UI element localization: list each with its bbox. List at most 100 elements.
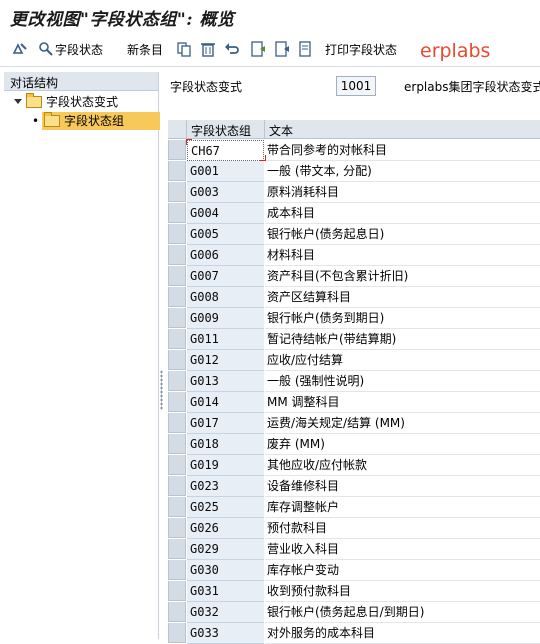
table-row[interactable]: G011 暂记待结帐户(带结算期)	[168, 329, 540, 350]
select-all-icon[interactable]	[250, 41, 266, 57]
field-status-group-cell[interactable]: G012	[187, 350, 264, 371]
table-row[interactable]: G029 营业收入科目	[168, 539, 540, 560]
row-selector[interactable]	[168, 329, 186, 349]
column-header-text[interactable]: 文本	[265, 120, 540, 139]
field-status-group-cell[interactable]: G018	[187, 434, 264, 455]
column-header-field-status-group[interactable]: 字段状态组	[187, 120, 265, 139]
panel-splitter[interactable]	[160, 370, 163, 410]
print-field-status-button[interactable]: 打印字段状态	[325, 40, 397, 60]
text-cell[interactable]: 库存帐户变动	[265, 560, 540, 581]
text-cell[interactable]: MM 调整科目	[265, 392, 540, 413]
row-selector[interactable]	[168, 455, 186, 475]
row-selector[interactable]	[168, 266, 186, 286]
text-cell[interactable]: 营业收入科目	[265, 539, 540, 560]
row-selector[interactable]	[168, 287, 186, 307]
display-change-icon[interactable]	[12, 41, 28, 57]
field-status-group-cell[interactable]: G031	[187, 581, 264, 602]
new-entries-button[interactable]: 新条目	[127, 40, 163, 60]
field-status-group-cell[interactable]: G013	[187, 371, 264, 392]
text-cell[interactable]: 资产科目(不包含累计折旧)	[265, 266, 540, 287]
text-cell[interactable]: 运费/海关规定/结算 (MM)	[265, 413, 540, 434]
copy-icon[interactable]	[176, 41, 192, 57]
delete-icon[interactable]	[200, 41, 216, 57]
select-all-column-header[interactable]	[168, 120, 187, 139]
table-row[interactable]: G033 对外服务的成本科目	[168, 623, 540, 644]
field-status-group-cell[interactable]: G011	[187, 329, 264, 350]
table-row[interactable]: G031 收到预付款科目	[168, 581, 540, 602]
row-selector[interactable]	[168, 413, 186, 433]
text-cell[interactable]: 资产区结算科目	[265, 287, 540, 308]
row-selector[interactable]	[168, 140, 186, 160]
tree-node-field-status-group[interactable]: 字段状态组	[42, 111, 160, 130]
row-selector[interactable]	[168, 203, 186, 223]
field-status-group-cell[interactable]: G023	[187, 476, 264, 497]
field-status-group-cell[interactable]: G017	[187, 413, 264, 434]
table-row[interactable]: G017 运费/海关规定/结算 (MM)	[168, 413, 540, 434]
text-cell[interactable]: 预付款科目	[265, 518, 540, 539]
field-status-group-cell[interactable]: G004	[187, 203, 264, 224]
table-row[interactable]: G019 其他应收/应付帐款	[168, 455, 540, 476]
field-status-group-cell[interactable]: G025	[187, 497, 264, 518]
field-status-group-cell[interactable]: G003	[187, 182, 264, 203]
table-row[interactable]: G001 一般 (带文本, 分配)	[168, 161, 540, 182]
text-cell[interactable]: 应收/应付结算	[265, 350, 540, 371]
table-row[interactable]: G032 银行帐户(债务起息日/到期日)	[168, 602, 540, 623]
text-cell[interactable]: 银行帐户(债务起息日)	[265, 224, 540, 245]
row-selector[interactable]	[168, 224, 186, 244]
text-cell[interactable]: 废弃 (MM)	[265, 434, 540, 455]
field-status-group-cell[interactable]: G032	[187, 602, 264, 623]
field-status-group-cell[interactable]: G007	[187, 266, 264, 287]
row-selector[interactable]	[168, 623, 186, 643]
text-cell[interactable]: 材料科目	[265, 245, 540, 266]
table-row[interactable]: G008 资产区结算科目	[168, 287, 540, 308]
row-selector[interactable]	[168, 560, 186, 580]
text-cell[interactable]: 设备维修科目	[265, 476, 540, 497]
row-selector[interactable]	[168, 434, 186, 454]
table-row[interactable]: G012 应收/应付结算	[168, 350, 540, 371]
field-status-group-cell[interactable]: G001	[187, 161, 264, 182]
table-row[interactable]: CH67 带合同参考的对帐科目	[168, 139, 540, 161]
field-status-group-cell[interactable]: G026	[187, 518, 264, 539]
table-row[interactable]: G023 设备维修科目	[168, 476, 540, 497]
tree-node-field-status-variant[interactable]: 字段状态变式	[14, 92, 118, 111]
table-row[interactable]: G004 成本科目	[168, 203, 540, 224]
row-selector[interactable]	[168, 518, 186, 538]
table-row[interactable]: G013 一般 (强制性说明)	[168, 371, 540, 392]
row-selector[interactable]	[168, 392, 186, 412]
field-status-group-cell[interactable]: G029	[187, 539, 264, 560]
text-cell[interactable]: 银行帐户(债务到期日)	[265, 308, 540, 329]
row-selector[interactable]	[168, 245, 186, 265]
text-cell[interactable]: 银行帐户(债务起息日/到期日)	[265, 602, 540, 623]
table-row[interactable]: G018 废弃 (MM)	[168, 434, 540, 455]
undo-icon[interactable]	[224, 41, 240, 57]
field-status-group-cell[interactable]: G005	[187, 224, 264, 245]
field-status-group-cell[interactable]: G008	[187, 287, 264, 308]
table-row[interactable]: G003 原料消耗科目	[168, 182, 540, 203]
table-row[interactable]: G026 预付款科目	[168, 518, 540, 539]
text-cell[interactable]: 库存调整帐户	[265, 497, 540, 518]
field-status-group-cell[interactable]: G009	[187, 308, 264, 329]
table-row[interactable]: G014 MM 调整科目	[168, 392, 540, 413]
text-cell[interactable]: 对外服务的成本科目	[265, 623, 540, 644]
field-status-group-cell[interactable]: G014	[187, 392, 264, 413]
text-cell[interactable]: 其他应收/应付帐款	[265, 455, 540, 476]
table-row[interactable]: G007 资产科目(不包含累计折旧)	[168, 266, 540, 287]
row-selector[interactable]	[168, 497, 186, 517]
row-selector[interactable]	[168, 476, 186, 496]
table-row[interactable]: G009 银行帐户(债务到期日)	[168, 308, 540, 329]
table-row[interactable]: G005 银行帐户(债务起息日)	[168, 224, 540, 245]
row-selector[interactable]	[168, 350, 186, 370]
deselect-all-icon[interactable]	[298, 41, 314, 57]
field-status-group-cell[interactable]: G019	[187, 455, 264, 476]
expand-triangle-icon[interactable]	[14, 99, 22, 104]
row-selector[interactable]	[168, 161, 186, 181]
row-selector[interactable]	[168, 182, 186, 202]
row-selector[interactable]	[168, 539, 186, 559]
row-selector[interactable]	[168, 602, 186, 622]
text-cell[interactable]: 收到预付款科目	[265, 581, 540, 602]
select-block-icon[interactable]	[274, 41, 290, 57]
table-row[interactable]: G006 材料科目	[168, 245, 540, 266]
row-selector[interactable]	[168, 371, 186, 391]
text-cell[interactable]: 暂记待结帐户(带结算期)	[265, 329, 540, 350]
row-selector[interactable]	[168, 308, 186, 328]
